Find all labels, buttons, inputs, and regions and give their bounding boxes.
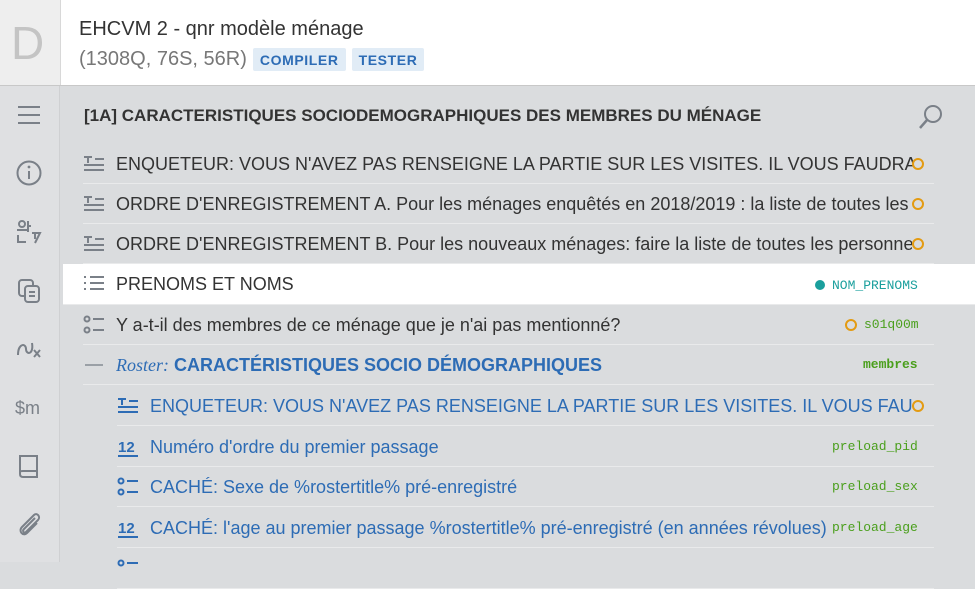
warning-status-icon <box>912 198 924 210</box>
roster-label: Roster: <box>116 355 169 375</box>
list-item[interactable]: 12 CACHÉ: l'age au premier passage %rost… <box>117 508 934 548</box>
numeric-icon: 12 <box>117 518 139 538</box>
single-option-icon <box>117 559 139 579</box>
subtitle-row: (1308Q, 76S, 56R) COMPILER TESTER <box>79 46 425 72</box>
static-text-icon <box>83 194 105 214</box>
static-text-icon <box>117 396 139 416</box>
svg-text:$m: $m <box>15 398 40 418</box>
list-item[interactable]: ENQUETEUR: VOUS N'AVEZ PAS RENSEIGNE LA … <box>117 386 934 426</box>
questionnaire-stats: (1308Q, 76S, 56R) <box>79 47 247 70</box>
chapter-panel: [1A] CARACTERISTIQUES SOCIODEMOGRAPHIQUE… <box>60 86 975 589</box>
warning-status-icon <box>912 238 924 250</box>
svg-text:12: 12 <box>118 439 135 456</box>
variable-name: preload_pid <box>832 439 918 454</box>
lookup-tables-icon[interactable]: $m <box>13 391 45 423</box>
warning-status-icon <box>912 400 924 412</box>
translation-icon[interactable] <box>13 216 45 248</box>
svg-text:12: 12 <box>118 520 135 537</box>
variable-name: s01q00m <box>864 317 919 332</box>
item-text: PRENOMS ET NOMS <box>116 274 294 294</box>
item-text: Numéro d'ordre du premier passage <box>150 437 439 457</box>
item-text: Y a-t-il des membres de ce ménage que je… <box>116 315 621 335</box>
ok-status-icon <box>815 280 825 290</box>
list-item[interactable]: ORDRE D'ENREGISTREMENT A. Pour les ménag… <box>83 184 934 224</box>
compile-button[interactable]: COMPILER <box>252 47 346 71</box>
item-text: ENQUETEUR: VOUS N'AVEZ PAS RENSEIGNE LA … <box>150 396 912 416</box>
single-option-icon <box>83 315 105 335</box>
variable-name: preload_sex <box>832 479 918 494</box>
static-text-icon <box>83 154 105 174</box>
list-item[interactable]: CACHÉ: Sexe de %rostertitle% pré-enregis… <box>117 467 934 507</box>
single-option-icon <box>117 477 139 497</box>
list-item[interactable]: ENQUETEUR: VOUS N'AVEZ PAS RENSEIGNE LA … <box>83 144 934 184</box>
static-text-icon <box>83 234 105 254</box>
item-text: ORDRE D'ENREGISTREMENT A. Pour les ménag… <box>116 194 909 214</box>
search-icon[interactable] <box>918 104 944 130</box>
variable-name: preload_age <box>832 520 918 535</box>
variable-name: NOM_PRENOMS <box>832 278 918 293</box>
numeric-icon: 12 <box>117 437 139 457</box>
list-item-selected[interactable]: PRENOMS ET NOMS NOM_PRENOMS <box>63 264 975 305</box>
list-item[interactable]: 12 Numéro d'ordre du premier passage pre… <box>117 427 934 467</box>
app-header: D EHCVM 2 - qnr modèle ménage (1308Q, 76… <box>0 0 975 86</box>
collapse-icon[interactable] <box>83 355 105 375</box>
warning-status-icon <box>845 319 857 331</box>
warning-status-icon <box>912 158 924 170</box>
info-icon[interactable] <box>13 157 45 189</box>
list-item[interactable]: Y a-t-il des membres de ce ménage que je… <box>83 305 934 345</box>
test-button[interactable]: TESTER <box>351 47 425 71</box>
left-sidebar: $m <box>0 86 60 562</box>
menu-icon[interactable] <box>13 99 45 131</box>
roster-item[interactable]: Roster: CARACTÉRISTIQUES SOCIO DÉMOGRAPH… <box>83 345 934 385</box>
item-text: ORDRE D'ENREGISTREMENT B. Pour les nouve… <box>116 234 912 254</box>
item-text: CACHÉ: l'age au premier passage %rostert… <box>150 518 826 538</box>
list-item[interactable] <box>117 549 934 589</box>
book-icon[interactable] <box>13 450 45 482</box>
roster-heading: Roster: CARACTÉRISTIQUES SOCIO DÉMOGRAPH… <box>116 354 816 376</box>
list-item[interactable]: ORDRE D'ENREGISTREMENT B. Pour les nouve… <box>83 224 934 264</box>
attachment-icon[interactable] <box>13 508 45 540</box>
item-text: ENQUETEUR: VOUS N'AVEZ PAS RENSEIGNE LA … <box>116 154 913 174</box>
macros-icon[interactable] <box>13 333 45 365</box>
variable-name: membres <box>863 357 918 372</box>
copy-icon[interactable] <box>13 275 45 307</box>
app-logo: D <box>11 17 45 69</box>
section-title: [1A] CARACTERISTIQUES SOCIODEMOGRAPHIQUE… <box>84 106 762 125</box>
questionnaire-title: EHCVM 2 - qnr modèle ménage <box>79 18 364 40</box>
item-text: CACHÉ: Sexe de %rostertitle% pré-enregis… <box>150 477 518 497</box>
logo-box[interactable]: D <box>0 0 61 85</box>
list-question-icon <box>83 274 105 294</box>
roster-title: CARACTÉRISTIQUES SOCIO DÉMOGRAPHIQUES <box>174 355 603 375</box>
